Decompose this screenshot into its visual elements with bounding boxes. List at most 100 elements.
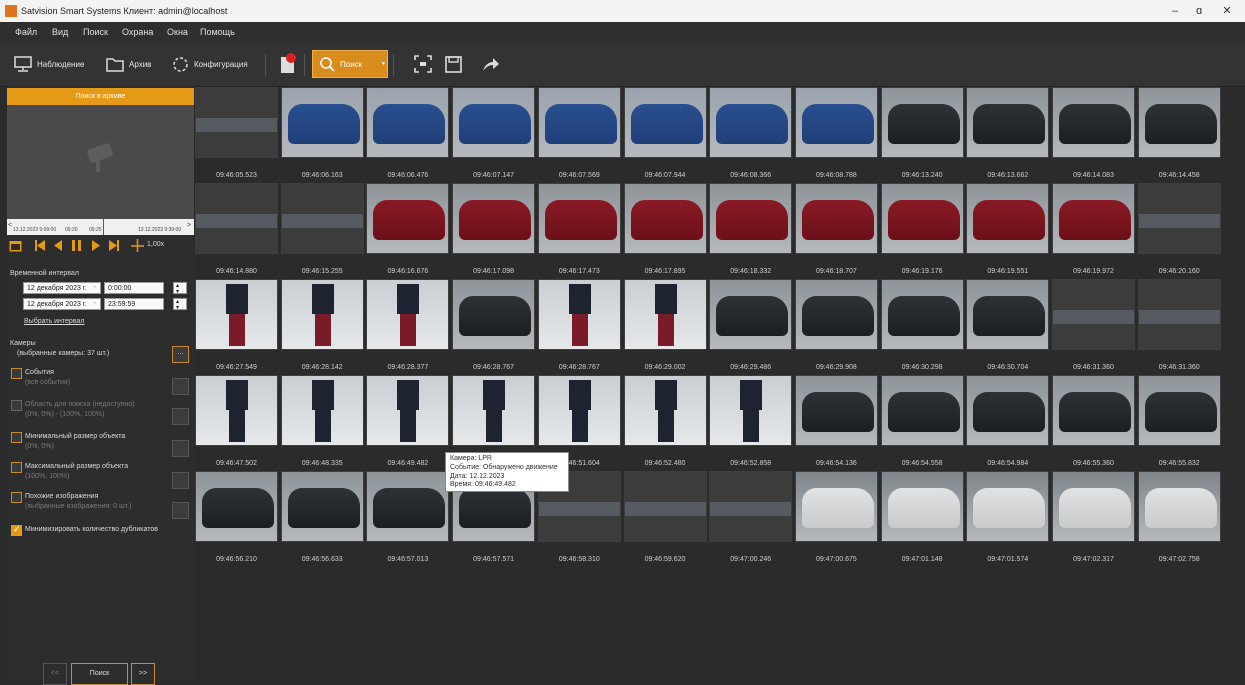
menu-file[interactable]: Файл xyxy=(15,27,37,37)
result-cell[interactable]: 09:46:52.480 xyxy=(623,374,707,467)
result-thumbnail[interactable] xyxy=(195,471,278,542)
result-cell[interactable]: 09:46:28.767 xyxy=(537,278,621,371)
timeline-cursor[interactable] xyxy=(103,219,104,235)
result-cell[interactable]: 09:46:19.551 xyxy=(966,182,1050,275)
result-thumbnail[interactable] xyxy=(709,471,793,542)
result-cell[interactable]: 09:46:19.972 xyxy=(1052,182,1135,275)
result-cell[interactable]: 09:46:28.142 xyxy=(280,278,364,371)
timeline-left-arrow[interactable]: < xyxy=(8,222,12,229)
result-cell[interactable]: 09:47:00.675 xyxy=(794,470,878,563)
result-thumbnail[interactable] xyxy=(623,87,707,158)
result-cell[interactable]: 09:46:54.984 xyxy=(966,374,1050,467)
pause-icon[interactable] xyxy=(72,240,81,251)
result-cell[interactable]: 09:46:30.704 xyxy=(966,278,1050,371)
menu-security[interactable]: Охрана xyxy=(122,27,153,37)
skip-end-icon[interactable] xyxy=(109,240,119,251)
result-thumbnail[interactable] xyxy=(966,471,1050,542)
result-thumbnail[interactable] xyxy=(966,279,1050,350)
date-from-picker[interactable]: 12 декабря 2023 г. xyxy=(23,282,101,294)
result-thumbnail[interactable] xyxy=(880,471,964,542)
result-thumbnail[interactable] xyxy=(794,87,878,158)
speed-slider-icon[interactable] xyxy=(131,239,144,252)
result-thumbnail[interactable] xyxy=(1052,183,1135,254)
result-cell[interactable]: 09:46:08.366 xyxy=(709,86,793,179)
result-thumbnail[interactable] xyxy=(1137,375,1221,446)
choose-interval-link[interactable]: Выбрать интервал xyxy=(24,318,84,325)
result-thumbnail[interactable] xyxy=(794,279,878,350)
result-thumbnail[interactable] xyxy=(709,375,793,446)
search-mode-button[interactable]: Поиск ▾ xyxy=(312,50,388,78)
result-cell[interactable]: 09:46:49.482 xyxy=(366,374,450,467)
next-page-button[interactable]: >> xyxy=(131,663,155,685)
result-cell[interactable]: 09:46:07.944 xyxy=(623,86,707,179)
date-to-picker[interactable]: 12 декабря 2023 г. xyxy=(23,298,101,310)
result-thumbnail[interactable] xyxy=(1137,279,1221,350)
result-cell[interactable]: 09:46:56.633 xyxy=(280,470,364,563)
result-cell[interactable]: 09:46:29.486 xyxy=(709,278,793,371)
monitoring-button[interactable]: Наблюдение xyxy=(14,52,84,76)
result-thumbnail[interactable] xyxy=(709,279,793,350)
menu-view[interactable]: Вид xyxy=(52,27,68,37)
result-thumbnail[interactable] xyxy=(880,87,964,158)
result-thumbnail[interactable] xyxy=(452,375,536,446)
result-thumbnail[interactable] xyxy=(794,183,878,254)
result-cell[interactable]: 09:46:29.002 xyxy=(623,278,707,371)
search-button[interactable]: Поиск xyxy=(71,663,128,685)
chevron-down-icon[interactable]: ▾ xyxy=(382,60,385,67)
dedupe-checkbox[interactable]: ✓ xyxy=(11,524,22,536)
result-cell[interactable]: 09:46:07.569 xyxy=(537,86,621,179)
play-icon[interactable] xyxy=(92,240,100,251)
result-cell[interactable]: 09:46:57.013 xyxy=(366,470,450,563)
result-thumbnail[interactable] xyxy=(280,279,364,350)
result-cell[interactable]: 09:46:08.788 xyxy=(794,86,878,179)
result-thumbnail[interactable] xyxy=(623,279,707,350)
result-thumbnail[interactable] xyxy=(537,183,621,254)
menu-help[interactable]: Помощь xyxy=(200,27,235,37)
result-thumbnail[interactable] xyxy=(537,279,621,350)
result-cell[interactable]: 09:46:30.298 xyxy=(880,278,964,371)
result-cell[interactable]: 09:46:55.832 xyxy=(1137,374,1221,467)
export-button[interactable] xyxy=(482,52,505,76)
result-cell[interactable]: 09:46:31.360 xyxy=(1137,278,1221,371)
time-to-input[interactable]: 23:59:59 xyxy=(104,298,164,310)
calendar-icon[interactable] xyxy=(9,239,22,252)
max-size-checkbox[interactable] xyxy=(11,462,22,473)
result-thumbnail[interactable] xyxy=(452,183,536,254)
events-settings-button[interactable] xyxy=(172,378,189,395)
result-thumbnail[interactable] xyxy=(195,375,278,446)
result-thumbnail[interactable] xyxy=(366,87,450,158)
result-cell[interactable]: 09:46:18.332 xyxy=(709,182,793,275)
result-thumbnail[interactable] xyxy=(452,279,536,350)
result-cell[interactable]: 09:46:06.476 xyxy=(366,86,450,179)
menu-windows[interactable]: Окна xyxy=(167,27,188,37)
result-thumbnail[interactable] xyxy=(623,471,707,542)
result-cell[interactable]: 09:46:18.707 xyxy=(794,182,878,275)
result-thumbnail[interactable] xyxy=(623,375,707,446)
result-cell[interactable]: 09:46:55.360 xyxy=(1052,374,1135,467)
result-cell[interactable]: 09:46:54.558 xyxy=(880,374,964,467)
skip-start-icon[interactable] xyxy=(35,240,45,251)
result-thumbnail[interactable] xyxy=(966,183,1050,254)
result-cell[interactable]: 09:46:17.098 xyxy=(452,182,536,275)
timeline-right-arrow[interactable]: > xyxy=(187,222,191,229)
result-thumbnail[interactable] xyxy=(195,279,278,350)
result-thumbnail[interactable] xyxy=(1137,471,1221,542)
menu-search[interactable]: Поиск xyxy=(83,27,108,37)
result-cell[interactable]: 09:46:28.377 xyxy=(366,278,450,371)
result-thumbnail[interactable] xyxy=(280,87,364,158)
archive-button[interactable]: Архив xyxy=(106,52,151,76)
result-cell[interactable]: 09:47:01.574 xyxy=(966,470,1050,563)
result-cell[interactable]: 09:46:56.210 xyxy=(195,470,278,563)
result-thumbnail[interactable] xyxy=(1052,375,1135,446)
result-thumbnail[interactable] xyxy=(195,87,278,158)
close-button[interactable]: ✕ xyxy=(1212,3,1242,19)
result-cell[interactable]: 09:46:05.523 xyxy=(195,86,278,179)
result-thumbnail[interactable] xyxy=(366,183,450,254)
step-back-icon[interactable] xyxy=(54,240,62,251)
result-cell[interactable]: 09:46:17.895 xyxy=(623,182,707,275)
restore-button[interactable]: ɑ xyxy=(1184,3,1214,19)
result-thumbnail[interactable] xyxy=(452,87,536,158)
min-size-button[interactable] xyxy=(172,440,189,457)
config-button[interactable]: Конфигурация xyxy=(172,52,248,76)
result-thumbnail[interactable] xyxy=(1137,183,1221,254)
